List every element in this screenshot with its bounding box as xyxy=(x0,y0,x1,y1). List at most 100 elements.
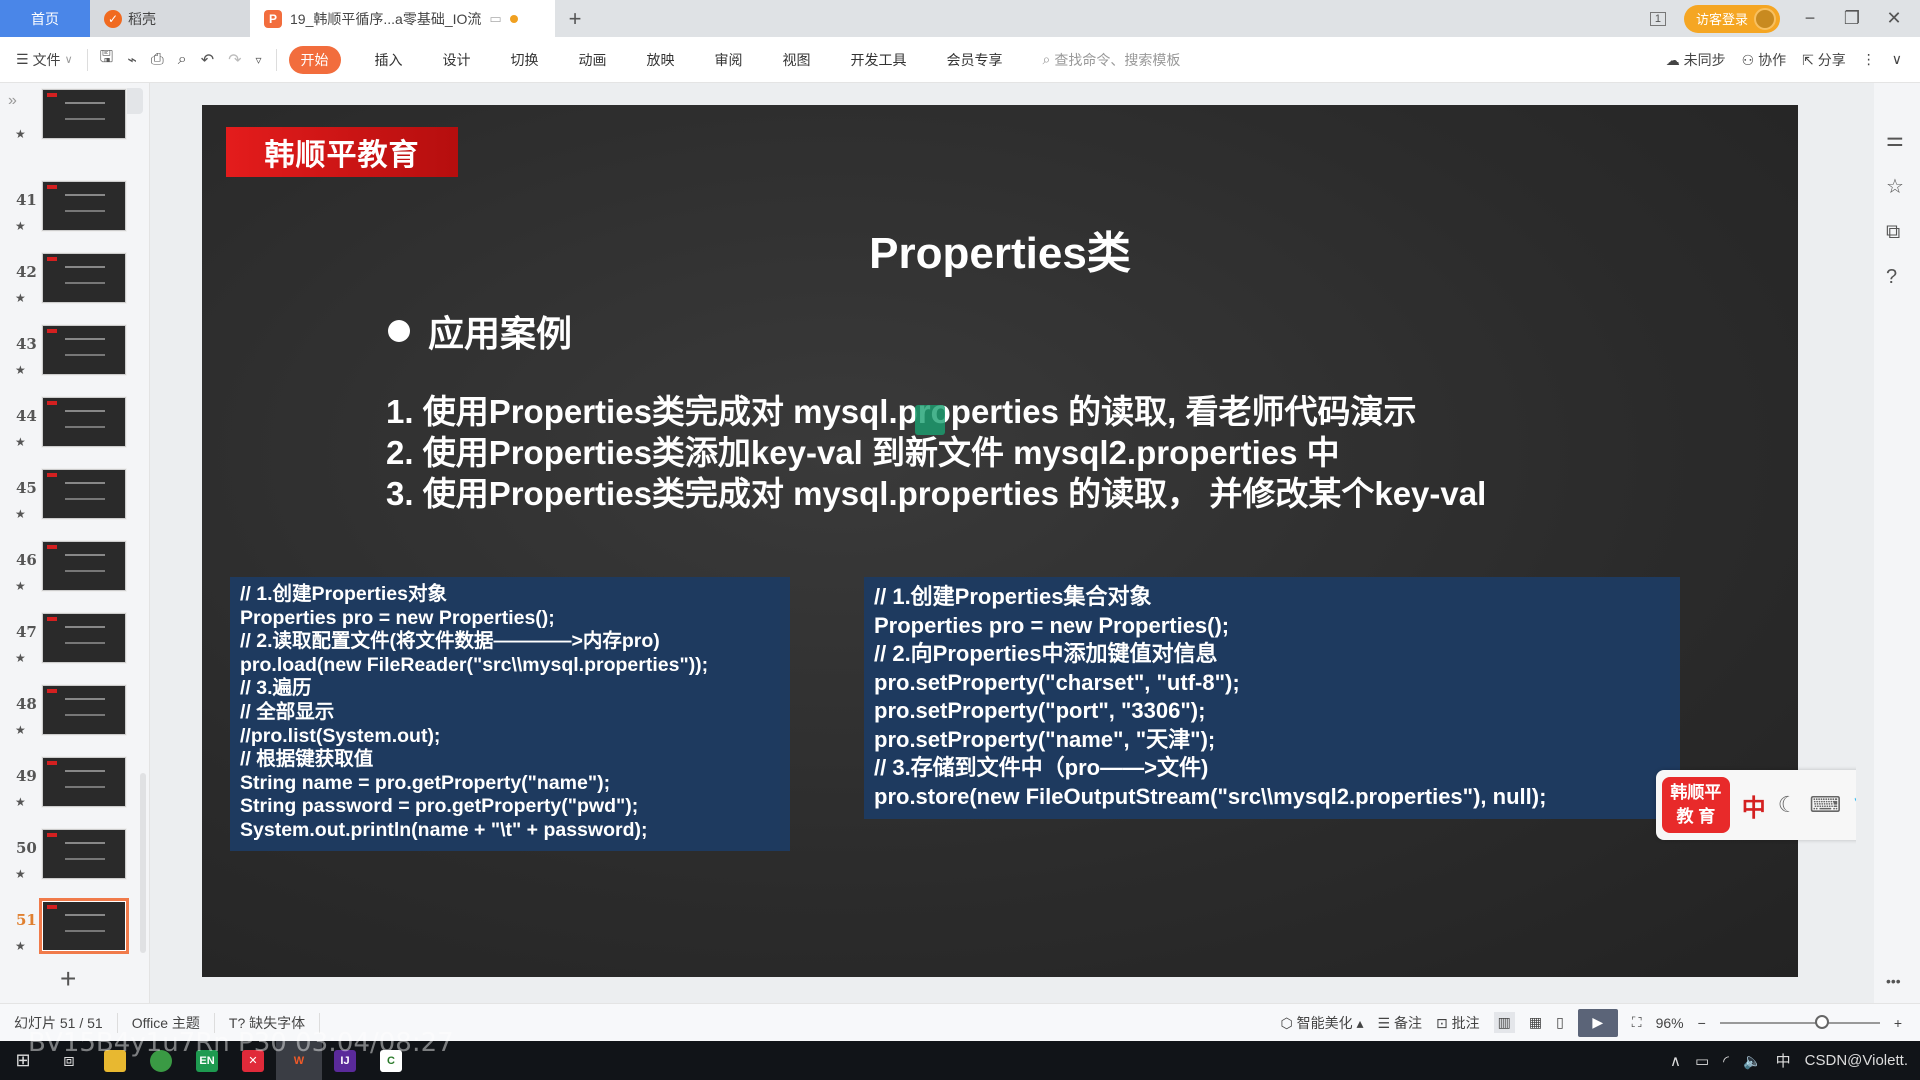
task-view-icon[interactable]: ⧈ xyxy=(46,1041,92,1080)
add-slide-button[interactable]: + xyxy=(60,963,76,995)
sync-button[interactable]: ☁ 未同步 xyxy=(1666,50,1726,70)
normal-view-icon[interactable]: ▥ xyxy=(1493,1012,1515,1033)
play-slideshow-button[interactable]: ▶ xyxy=(1577,1008,1618,1037)
window-count-icon[interactable]: 1 xyxy=(1649,11,1666,26)
guest-login-button[interactable]: 访客登录 xyxy=(1683,4,1780,33)
share-button[interactable]: ⇱ 分享 xyxy=(1802,50,1846,70)
menu-view[interactable]: 视图 xyxy=(783,50,811,70)
thumbnail-image[interactable] xyxy=(41,828,127,880)
translator-icon[interactable]: EN xyxy=(184,1041,230,1080)
thumbnail-image[interactable] xyxy=(41,468,127,520)
close-icon[interactable]: ✕ xyxy=(1882,8,1906,29)
menu-member[interactable]: 会员专享 xyxy=(947,50,1003,70)
thumbnail-image[interactable] xyxy=(41,252,127,304)
menu-review[interactable]: 审阅 xyxy=(715,50,743,70)
beautify-button[interactable]: ⬡ 智能美化 ▴ xyxy=(1280,1013,1363,1033)
slide-thumbnail[interactable]: 48 ★ xyxy=(0,684,140,755)
thumbnail-image[interactable] xyxy=(41,540,127,592)
file-explorer-icon[interactable] xyxy=(92,1041,138,1080)
comments-button[interactable]: ⊡ 批注 xyxy=(1436,1013,1480,1033)
slide-thumbnail[interactable]: 43 ★ xyxy=(0,324,140,395)
tray-language[interactable]: 中 xyxy=(1776,1050,1791,1071)
thumbnail-scrollbar[interactable] xyxy=(140,773,146,953)
zoom-slider-handle[interactable] xyxy=(1815,1014,1830,1029)
new-tab-button[interactable]: + xyxy=(555,0,595,37)
menu-transition[interactable]: 切换 xyxy=(511,50,539,70)
slide[interactable]: 韩顺平教育 Properties类 应用案例 1. 使用Properties类完… xyxy=(202,105,1798,977)
thumbnail-image[interactable] xyxy=(41,88,127,140)
menu-home[interactable]: 开始 xyxy=(288,45,341,74)
windows-start-icon[interactable]: ⊞ xyxy=(0,1041,46,1080)
chevron-down-icon[interactable]: ∨ xyxy=(1892,51,1902,68)
format-painter-icon[interactable]: ⌁ xyxy=(127,50,137,70)
monitor-icon[interactable]: ▭ xyxy=(489,11,501,27)
thumbnail-image[interactable] xyxy=(41,396,127,448)
slide-thumbnail[interactable]: 46 ★ xyxy=(0,540,140,611)
customize-icon[interactable]: ▿ xyxy=(256,53,262,67)
reading-view-icon[interactable]: ▯ xyxy=(1556,1014,1564,1031)
collab-button[interactable]: ⚇ 协作 xyxy=(1742,50,1786,70)
more-options-icon[interactable]: ••• xyxy=(1886,973,1901,989)
save-icon[interactable]: 🖫 xyxy=(100,46,114,73)
chrome-icon[interactable] xyxy=(138,1041,184,1080)
slide-thumbnail[interactable]: 50 ★ xyxy=(0,828,140,899)
slide-thumbnail[interactable]: 51 ★ xyxy=(0,898,140,971)
menu-slideshow[interactable]: 放映 xyxy=(647,50,675,70)
wps-icon[interactable]: W xyxy=(276,1041,322,1080)
volume-icon[interactable]: 🔈 xyxy=(1743,1052,1762,1070)
menu-insert[interactable]: 插入 xyxy=(375,50,403,70)
tray-expand-icon[interactable]: ∧ xyxy=(1670,1052,1681,1070)
zoom-slider[interactable] xyxy=(1719,1014,1880,1029)
xmind-icon[interactable]: ✕ xyxy=(230,1041,276,1080)
slide-thumbnail[interactable]: 45 ★ xyxy=(0,468,140,539)
command-search[interactable]: ⌕ 查找命令、搜索模板 xyxy=(1043,50,1181,70)
undo-icon[interactable]: ↶ xyxy=(201,50,214,70)
camtasia-icon[interactable]: C xyxy=(368,1041,414,1080)
wifi-icon[interactable]: ◜ xyxy=(1723,1052,1729,1070)
file-menu-button[interactable]: ☰ 文件 ∨ xyxy=(16,50,73,70)
theme-name[interactable]: Office 主题 xyxy=(132,1012,215,1033)
vertical-scrollbar[interactable] xyxy=(1856,83,1874,1003)
slide-thumbnail[interactable]: 40★ xyxy=(0,88,140,159)
star-magic-icon[interactable]: ☆ xyxy=(1886,174,1904,199)
menu-developer[interactable]: 开发工具 xyxy=(851,50,907,70)
redo-icon[interactable]: ↷ xyxy=(228,50,241,70)
zoom-in-button[interactable]: + xyxy=(1894,1015,1902,1031)
fit-window-icon[interactable]: ⛶ xyxy=(1632,1014,1642,1031)
grid-view-icon[interactable]: ▦ xyxy=(1529,1014,1542,1031)
more-icon[interactable]: ⋮ xyxy=(1862,51,1876,68)
slide-thumbnail[interactable]: 41 ★ xyxy=(0,180,140,251)
print-icon[interactable]: ⎙ xyxy=(151,51,164,69)
ime-logo[interactable]: 韩顺平 教 育 xyxy=(1662,777,1730,833)
restore-icon[interactable]: ❐ xyxy=(1840,8,1864,29)
zoom-level[interactable]: 96% xyxy=(1656,1015,1684,1031)
thumbnail-image[interactable] xyxy=(41,324,127,376)
menu-animation[interactable]: 动画 xyxy=(579,50,607,70)
keyboard-icon[interactable]: ⌨ xyxy=(1809,792,1841,818)
thumbnail-image[interactable] xyxy=(41,756,127,808)
moon-icon[interactable]: ☾ xyxy=(1778,792,1798,818)
help-icon[interactable]: ? xyxy=(1886,266,1904,289)
slide-switch-icon[interactable]: ⧉ xyxy=(1886,221,1904,244)
tab-home[interactable]: 首页 xyxy=(0,0,90,37)
thumbnail-image[interactable] xyxy=(39,898,129,954)
tab-document[interactable]: P 19_韩顺平循序...a零基础_IO流 ▭ xyxy=(250,0,555,37)
slide-thumbnail[interactable]: 49 ★ xyxy=(0,756,140,827)
battery-icon[interactable]: ▭ xyxy=(1695,1052,1709,1070)
slide-thumbnail[interactable]: 44 ★ xyxy=(0,396,140,467)
minimize-icon[interactable]: − xyxy=(1798,8,1822,29)
slide-thumbnail[interactable]: 47 ★ xyxy=(0,612,140,683)
notes-button[interactable]: ☰ 备注 xyxy=(1378,1013,1422,1033)
print-preview-icon[interactable]: ⌕ xyxy=(178,51,187,69)
tab-docer[interactable]: ✓ 稻壳 xyxy=(90,0,250,37)
missing-font-button[interactable]: T? 缺失字体 xyxy=(229,1012,321,1033)
zoom-out-button[interactable]: − xyxy=(1698,1015,1706,1031)
ime-language-toggle[interactable]: 中 xyxy=(1742,788,1766,823)
intellij-icon[interactable]: IJ xyxy=(322,1041,368,1080)
thumbnail-image[interactable] xyxy=(41,180,127,232)
slide-thumbnail[interactable]: 42 ★ xyxy=(0,252,140,323)
menu-design[interactable]: 设计 xyxy=(443,50,471,70)
thumbnail-image[interactable] xyxy=(41,612,127,664)
thumbnail-image[interactable] xyxy=(41,684,127,736)
settings-sliders-icon[interactable]: ⚌ xyxy=(1886,127,1904,152)
